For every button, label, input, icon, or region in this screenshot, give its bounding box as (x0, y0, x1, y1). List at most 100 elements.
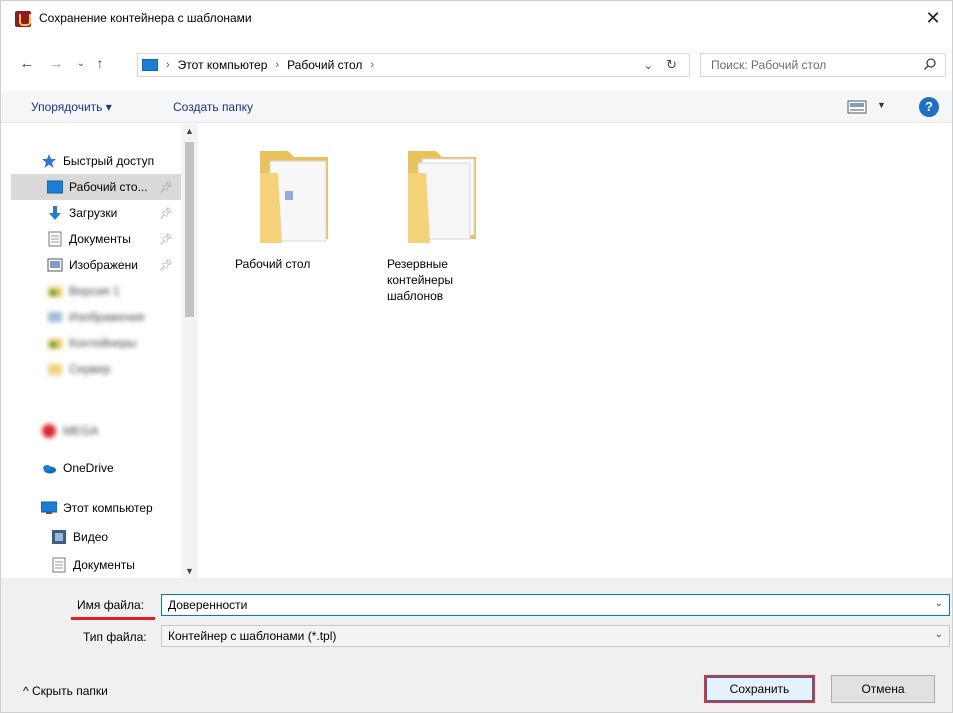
filetype-select[interactable]: Контейнер с шаблонами (*.tpl) ⌄ (161, 625, 950, 647)
documents-icon (52, 557, 66, 573)
nav-item-quick-access[interactable]: Быстрый доступ (41, 148, 197, 174)
organize-menu-button[interactable]: Упорядочить ▾ (31, 100, 112, 114)
file-item-desktop[interactable]: Рабочий стол (235, 147, 345, 272)
filename-field[interactable]: Доверенности ⌄ (161, 594, 950, 616)
nav-item-blurred-containers[interactable]: Контейнеры (47, 330, 197, 356)
navigation-scrollbar[interactable]: ▲ ▼ (181, 124, 198, 578)
save-dialog: Сохранение контейнера с шаблонами ✕ ← → … (0, 0, 953, 713)
scroll-down-icon[interactable]: ▼ (185, 566, 194, 576)
onedrive-icon (43, 465, 56, 474)
nav-item-downloads[interactable]: Загрузки 📌︎ (47, 200, 181, 226)
filename-label: Имя файла: (77, 598, 144, 612)
chevron-down-icon[interactable]: ⌄ (935, 598, 943, 609)
pictures-icon (47, 258, 63, 272)
nav-item-label: Контейнеры (69, 336, 137, 350)
file-list: Рабочий стол Резервные контейнеры шаблон… (199, 124, 952, 578)
view-mode-dropdown-icon[interactable]: ▼ (877, 100, 886, 110)
chevron-down-icon[interactable]: ⌄ (935, 629, 943, 640)
hide-folders-button[interactable]: ^ Скрыть папки (23, 684, 108, 698)
file-item-backup-containers[interactable]: Резервные контейнеры шаблонов (387, 147, 497, 304)
nav-item-label: OneDrive (63, 461, 114, 475)
folder-icon (408, 151, 476, 243)
nav-item-label: MEGA (63, 424, 99, 438)
close-button[interactable]: ✕ (920, 5, 946, 31)
nav-item-label: Сервер (69, 362, 111, 376)
command-toolbar: Упорядочить ▾ Создать папку ▼ ? (1, 91, 952, 123)
nav-item-label: Видео (73, 530, 109, 544)
mega-icon (42, 424, 56, 438)
nav-item-blurred-pictures[interactable]: Изображения (47, 304, 197, 330)
nav-item-mega[interactable]: MEGA (41, 418, 197, 444)
filetype-value: Контейнер с шаблонами (*.tpl) (168, 629, 337, 643)
address-bar[interactable]: › Этот компьютер › Рабочий стол › ⌄ ↻ (137, 53, 690, 77)
save-button-label: Сохранить (706, 677, 813, 701)
filename-value: Доверенности (168, 598, 248, 612)
nav-item-label: Изображени (69, 258, 138, 272)
breadcrumb-this-pc[interactable]: Этот компьютер (178, 58, 268, 72)
folder-icon (48, 364, 62, 375)
window-title: Сохранение контейнера с шаблонами (39, 11, 252, 25)
save-button[interactable]: Сохранить (704, 675, 815, 703)
search-input[interactable]: Поиск: Рабочий стол (700, 53, 946, 77)
folder-icon (260, 151, 328, 243)
breadcrumb-separator[interactable]: › (370, 59, 374, 71)
new-folder-button[interactable]: Создать папку (173, 100, 253, 114)
refresh-icon[interactable]: ↻ (666, 57, 677, 73)
breadcrumb-separator: › (166, 59, 170, 71)
file-label: Резервные контейнеры шаблонов (387, 257, 454, 303)
desktop-icon (47, 180, 63, 194)
pin-icon: 📌︎ (159, 259, 173, 272)
search-icon[interactable] (923, 57, 937, 71)
nav-item-this-pc[interactable]: Этот компьютер (41, 495, 197, 521)
recent-locations-chevron-icon[interactable]: ⌄ (72, 58, 90, 69)
nav-item-blurred-folder[interactable]: Версия 1 (47, 278, 197, 304)
app-icon (15, 11, 31, 27)
pin-icon: 📌︎ (159, 181, 173, 194)
nav-item-pictures[interactable]: Изображени 📌︎ (47, 252, 181, 278)
nav-item-label: Загрузки (69, 206, 118, 220)
video-icon (52, 530, 66, 544)
nav-item-video[interactable]: Видео (51, 524, 197, 550)
pin-icon: 📌︎ (159, 207, 173, 220)
navigation-pane: Быстрый доступ Рабочий сто... 📌︎ Загрузк… (1, 124, 198, 578)
title-bar: Сохранение контейнера с шаблонами ✕ (1, 1, 952, 35)
breadcrumb-desktop[interactable]: Рабочий стол (287, 58, 362, 72)
nav-item-onedrive[interactable]: OneDrive (41, 455, 197, 481)
breadcrumb-separator: › (275, 59, 280, 71)
nav-item-label: Документы (69, 232, 131, 246)
scroll-thumb[interactable] (185, 142, 194, 317)
computer-icon (142, 59, 158, 71)
star-icon (42, 154, 56, 168)
nav-item-label: Быстрый доступ (63, 154, 155, 168)
address-dropdown-icon[interactable]: ⌄ (644, 59, 653, 72)
back-arrow-icon[interactable]: ← (18, 55, 36, 72)
download-icon (49, 206, 61, 220)
scroll-up-icon[interactable]: ▲ (185, 126, 194, 136)
nav-item-desktop[interactable]: Рабочий сто... 📌︎ (11, 174, 181, 200)
cancel-button[interactable]: Отмена (831, 675, 935, 703)
nav-item-label: Изображения (69, 310, 145, 324)
pictures-icon (48, 312, 62, 322)
computer-icon (41, 501, 57, 514)
nav-item-documents[interactable]: Документы 📌︎ (47, 226, 181, 252)
nav-item-blurred-server[interactable]: Сервер (47, 356, 197, 382)
filename-label-underline (71, 617, 155, 620)
nav-item-label: Документы (73, 558, 135, 572)
up-arrow-icon[interactable]: ↑ (91, 55, 109, 71)
file-label: Рабочий стол (235, 257, 311, 271)
view-mode-icon[interactable] (847, 100, 869, 114)
save-form: Имя файла: Доверенности ⌄ Тип файла: Кон… (1, 578, 952, 712)
pin-icon: 📌︎ (159, 233, 173, 246)
address-row: ← → ⌄ ↑ › Этот компьютер › Рабочий стол … (1, 49, 952, 81)
folder-icon (48, 339, 62, 349)
nav-item-label: Рабочий сто... (69, 180, 148, 194)
nav-item-label: Этот компьютер (63, 501, 153, 515)
help-icon[interactable]: ? (919, 97, 939, 117)
folder-icon (48, 287, 62, 297)
forward-arrow-icon[interactable]: → (47, 55, 65, 72)
filetype-label: Тип файла: (83, 630, 147, 644)
nav-item-label: Версия 1 (69, 284, 120, 298)
search-placeholder: Поиск: Рабочий стол (711, 58, 827, 72)
nav-item-this-pc-documents[interactable]: Документы (51, 552, 197, 578)
documents-icon (48, 231, 62, 247)
